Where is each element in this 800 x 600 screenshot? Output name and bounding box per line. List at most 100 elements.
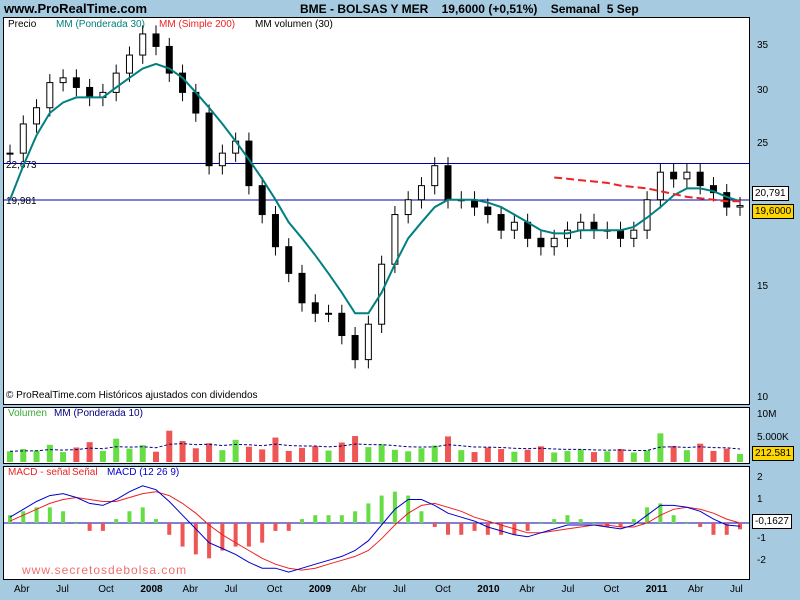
macd-histogram-bar (100, 523, 105, 531)
volume-bar (644, 450, 651, 462)
macd-histogram-bar (525, 523, 530, 531)
price-candle (6, 152, 14, 155)
volume-bar (723, 448, 730, 462)
price-candle (510, 221, 518, 231)
volume-bar (551, 452, 558, 462)
volume-bar (391, 449, 398, 462)
x-tick-label: Abr (350, 584, 367, 595)
volume-bar (564, 450, 571, 462)
price-candle (298, 272, 306, 304)
price-candle (258, 185, 266, 216)
price-candle (59, 77, 67, 84)
volume-bar (285, 450, 292, 462)
price-candle (271, 214, 279, 248)
volume-ma-line (9, 443, 741, 452)
price-candle (484, 206, 492, 216)
macd-histogram-bar (180, 523, 185, 547)
macd-histogram-bar (565, 515, 570, 524)
volume-bar (617, 449, 624, 462)
macd-histogram-bar (419, 511, 424, 524)
macd-histogram-bar (698, 523, 703, 527)
macd-histogram-bar (140, 507, 145, 524)
price-candle (630, 229, 638, 239)
x-tick-label: Oct (603, 584, 620, 595)
price-candle (590, 221, 598, 231)
macd-histogram-bar (684, 523, 689, 525)
price-candle (431, 165, 439, 187)
price-candle (33, 107, 41, 125)
volume-bar (418, 448, 425, 462)
volume-bar (630, 452, 637, 462)
macd-histogram-bar (87, 523, 92, 531)
volume-bar (378, 444, 385, 462)
macd-histogram-bar (472, 523, 477, 531)
price-candle (723, 192, 731, 208)
chart-canvas (4, 25, 749, 573)
price-candle (736, 205, 744, 208)
price-candle (656, 171, 664, 201)
volume-bar (604, 451, 611, 462)
volume-bar (153, 451, 159, 462)
volume-bar (431, 445, 438, 462)
x-tick-label: Jul (224, 584, 238, 595)
price-candle (617, 229, 625, 239)
macd-histogram-bar (21, 511, 26, 524)
volume-bar (272, 437, 279, 462)
volume-bar (126, 448, 133, 462)
volume-bar (166, 430, 173, 462)
macd-histogram-bar (631, 519, 636, 524)
x-tick-label: Abr (687, 584, 704, 595)
price-candle (404, 199, 412, 216)
macd-histogram-bar (47, 507, 52, 524)
volume-bar (312, 445, 319, 462)
price-candle (285, 246, 293, 274)
price-candle (577, 221, 585, 231)
price-candle (338, 312, 346, 337)
macd-histogram-bar (485, 523, 490, 535)
macd-histogram-bar (74, 523, 79, 525)
volume-bar (325, 450, 332, 462)
x-tick-label: Jul (730, 584, 743, 595)
volume-bar (113, 438, 120, 462)
macd-histogram-bar (260, 523, 265, 543)
volume-bar (498, 449, 505, 462)
macd-histogram-bar (432, 523, 437, 527)
price-candle (152, 33, 160, 47)
volume-bar (86, 442, 93, 462)
x-tick-label: Jul (56, 584, 69, 595)
price-candle (139, 33, 147, 56)
macd-histogram-bar (578, 519, 583, 524)
price-candle (537, 237, 545, 248)
macd-histogram-bar (313, 515, 318, 524)
volume-bar (46, 444, 53, 462)
macd-histogram-bar (286, 523, 291, 531)
volume-bar (206, 443, 213, 462)
price-candle (86, 86, 94, 98)
volume-bar (7, 451, 13, 462)
macd-histogram-bar (671, 515, 676, 524)
macd-histogram-bar (552, 519, 557, 524)
macd-line (9, 485, 741, 573)
macd-histogram-bar (353, 511, 358, 524)
x-tick-label: 2011 (645, 584, 668, 595)
price-candle (417, 185, 425, 201)
volume-bar (591, 452, 597, 462)
macd-histogram-bar (61, 511, 66, 524)
macd-histogram-bar (246, 523, 251, 547)
volume-bar (737, 453, 743, 462)
x-tick-label: Jul (561, 584, 575, 595)
macd-histogram-bar (326, 515, 331, 524)
price-candle (444, 165, 452, 201)
volume-bar (365, 447, 372, 462)
macd-histogram-bar (459, 523, 464, 535)
price-candle (125, 54, 133, 74)
volume-bar (259, 449, 266, 462)
volume-bar (511, 451, 518, 462)
x-tick-label: Jul (393, 584, 406, 595)
price-candle (205, 112, 213, 167)
macd-histogram-bar (300, 519, 304, 524)
volume-bar (577, 449, 584, 462)
macd-histogram-bar (273, 523, 278, 531)
volume-bar (232, 439, 239, 462)
x-tick-label: Abr (14, 584, 30, 595)
